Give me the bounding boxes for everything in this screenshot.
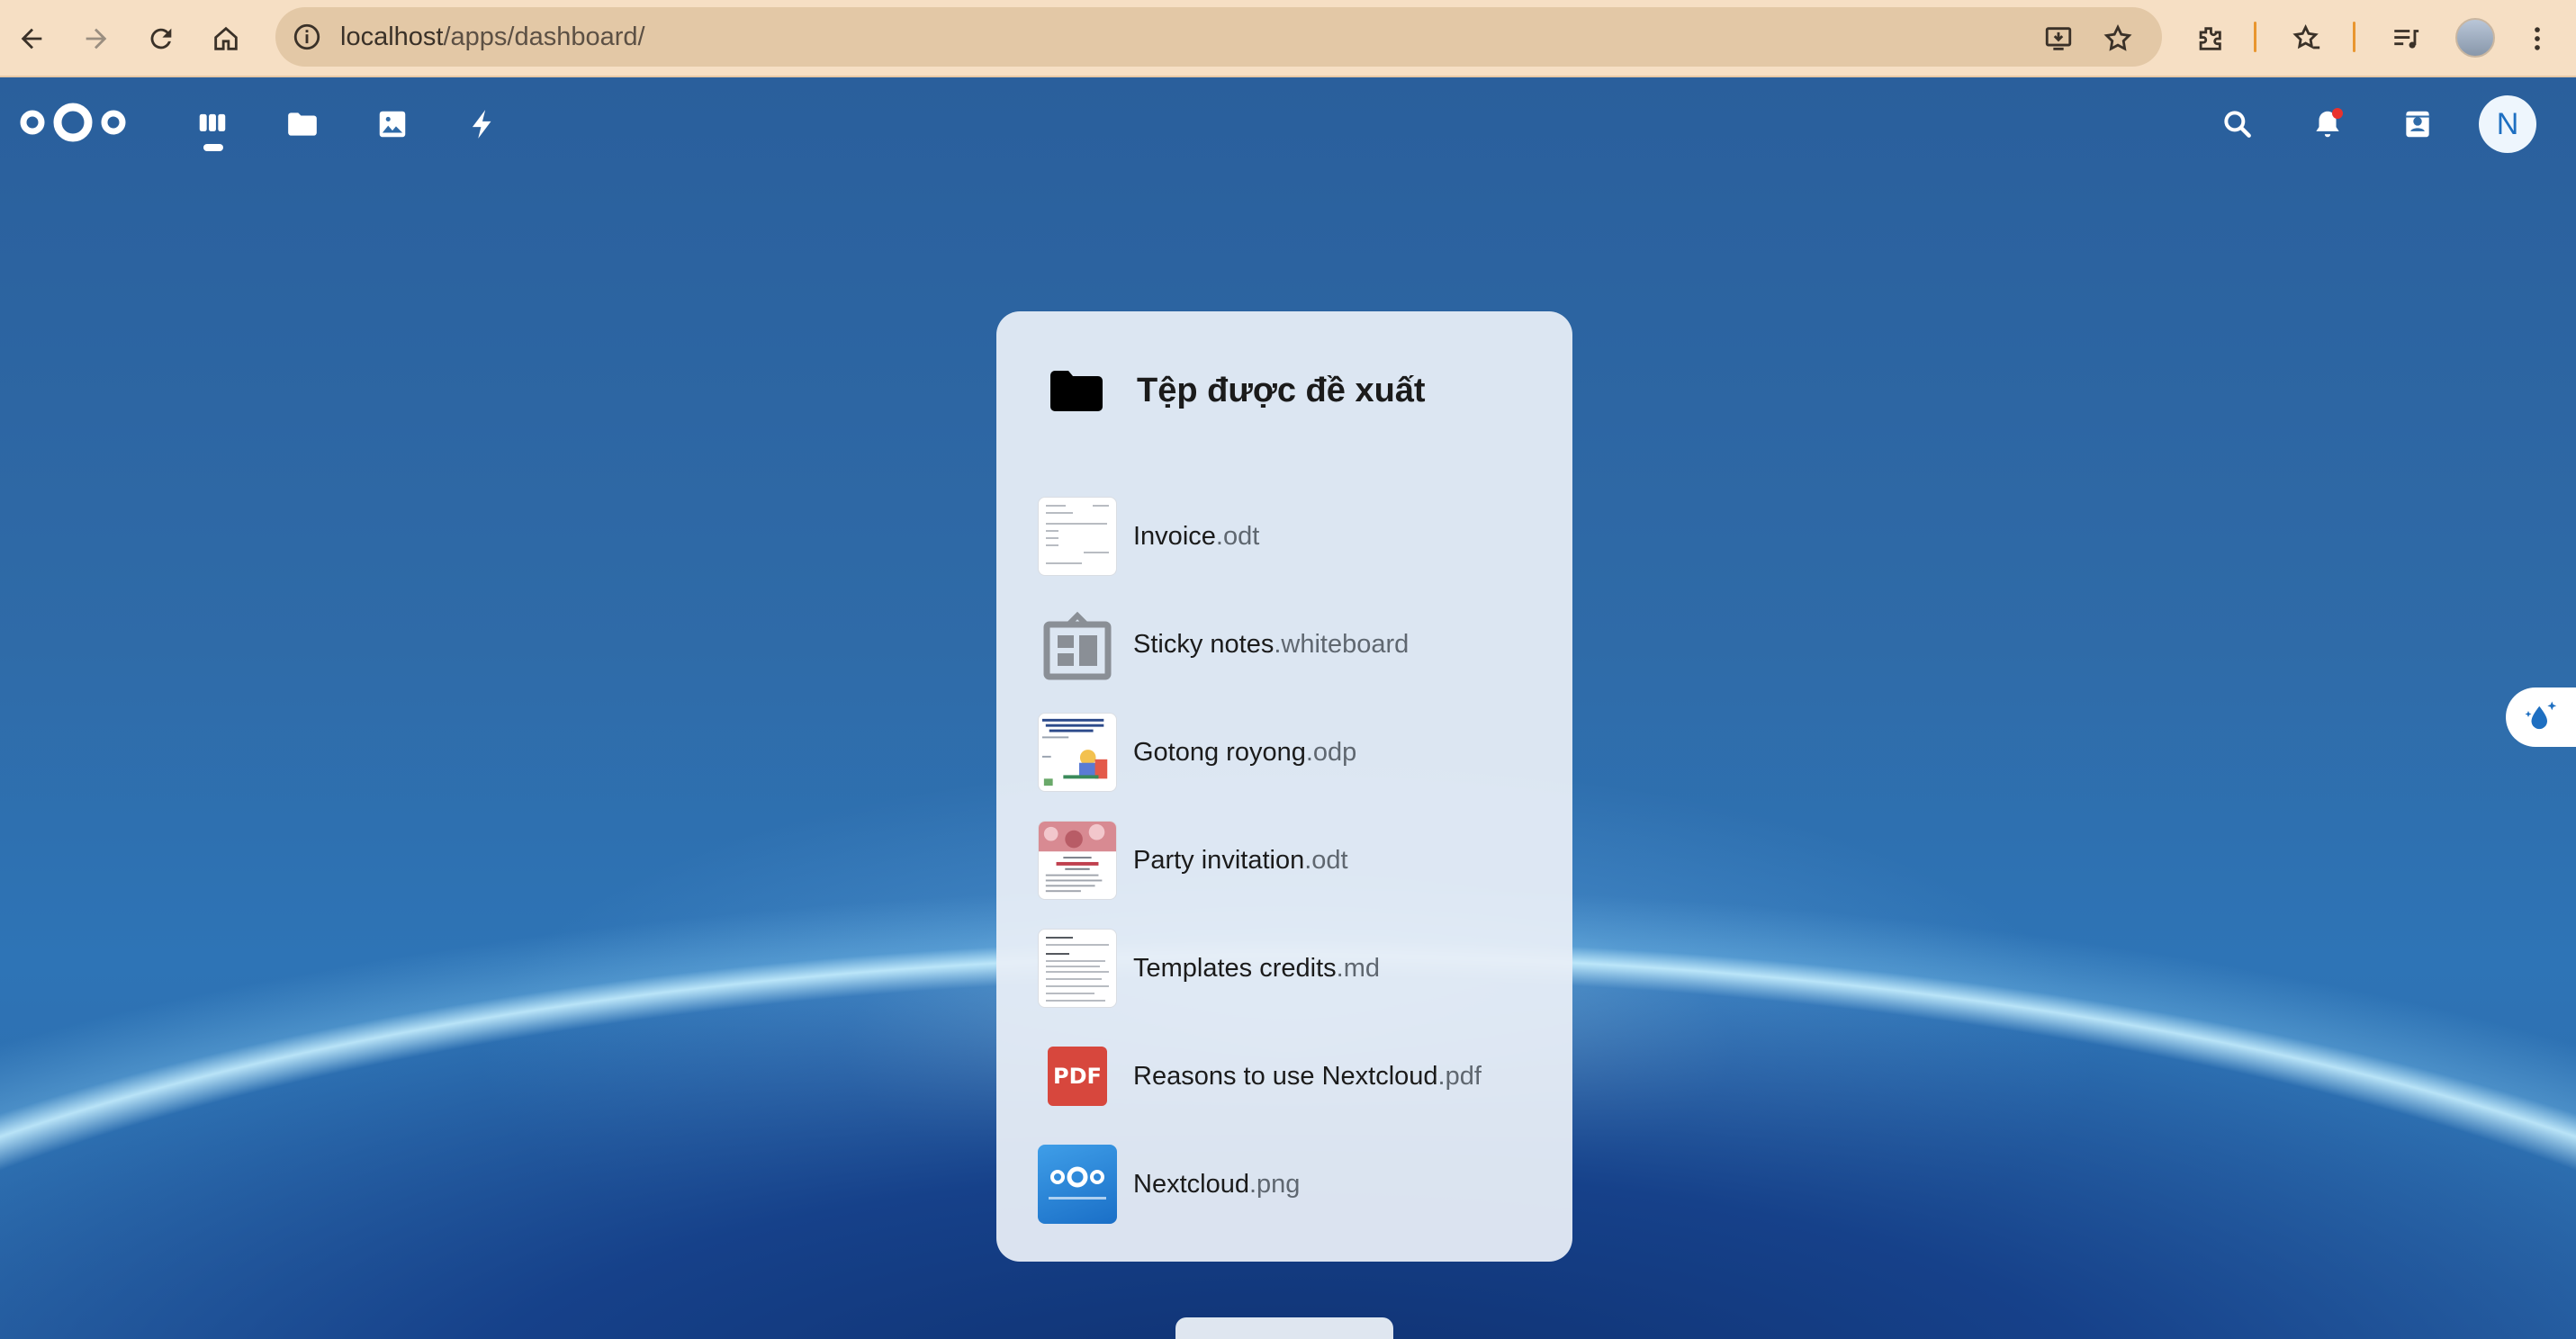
toolbar-separator <box>2254 22 2256 52</box>
url-text[interactable]: localhost/apps/dashboard/ <box>340 7 645 67</box>
back-icon[interactable] <box>9 16 54 61</box>
file-name[interactable]: Party invitation.odt <box>1133 846 1348 876</box>
customize-button[interactable] <box>1175 1317 1393 1339</box>
file-name[interactable]: Templates credits.md <box>1133 954 1380 984</box>
list-item[interactable]: Party invitation.odt <box>1038 806 1542 914</box>
home-icon[interactable] <box>203 16 248 61</box>
file-name[interactable]: Sticky notes.whiteboard <box>1133 630 1409 660</box>
toolbar-separator <box>2353 22 2355 52</box>
address-bar[interactable]: localhost/apps/dashboard/ <box>275 7 2162 67</box>
widget-header: Tệp được đề xuất <box>1050 365 1426 416</box>
nextcloud-header <box>0 77 2576 169</box>
bookmark-star-icon[interactable] <box>2095 16 2140 61</box>
browser-toolbar: localhost/apps/dashboard/ <box>0 0 2576 77</box>
file-name[interactable]: Invoice.odt <box>1133 522 1259 552</box>
lightning-icon[interactable] <box>457 99 508 149</box>
image-icon[interactable] <box>367 99 418 149</box>
list-item[interactable]: Sticky notes.whiteboard <box>1038 590 1542 698</box>
nextcloud-logo-icon[interactable] <box>16 95 130 149</box>
install-app-icon[interactable] <box>2036 16 2081 61</box>
list-item[interactable]: Gotong royong.odp <box>1038 698 1542 806</box>
file-name[interactable]: Nextcloud.png <box>1133 1170 1300 1200</box>
file-name[interactable]: Gotong royong.odp <box>1133 738 1356 768</box>
assistant-button[interactable] <box>2506 687 2576 747</box>
invitation-thumbnail <box>1038 821 1117 900</box>
media-control-icon[interactable] <box>2383 16 2428 61</box>
presentation-thumbnail <box>1038 713 1117 792</box>
notification-badge <box>2332 108 2343 119</box>
list-item[interactable]: Templates credits.md <box>1038 914 1542 1022</box>
contacts-icon[interactable] <box>2392 99 2443 149</box>
active-app-indicator <box>203 144 223 151</box>
widget-title: Tệp được đề xuất <box>1137 371 1426 409</box>
dashboard-icon[interactable] <box>187 99 238 149</box>
document-thumbnail <box>1038 929 1117 1008</box>
profile-avatar[interactable] <box>2455 18 2495 58</box>
forward-icon[interactable] <box>74 16 119 61</box>
site-info-icon[interactable] <box>292 22 322 52</box>
list-item[interactable]: Nextcloud.png <box>1038 1130 1542 1238</box>
extensions-icon[interactable] <box>2187 16 2232 61</box>
bell-icon[interactable] <box>2302 99 2353 149</box>
nextcloud-image-thumbnail <box>1038 1145 1117 1224</box>
bookmarks-icon[interactable] <box>2284 16 2329 61</box>
recommended-files-widget: Tệp được đề xuất Invoice.odt Sticky note… <box>996 311 1572 1262</box>
list-item[interactable]: PDF Reasons to use Nextcloud.pdf <box>1038 1022 1542 1130</box>
assistant-sparkle-icon <box>2525 701 2557 730</box>
list-item[interactable]: Invoice.odt <box>1038 482 1542 590</box>
folder-icon[interactable] <box>277 99 328 149</box>
reload-icon[interactable] <box>139 16 184 61</box>
pdf-icon: PDF <box>1038 1037 1117 1116</box>
folder-icon <box>1050 371 1103 411</box>
document-thumbnail <box>1038 497 1117 576</box>
menu-icon[interactable] <box>2515 16 2560 61</box>
user-avatar[interactable]: N <box>2479 95 2536 153</box>
file-name[interactable]: Reasons to use Nextcloud.pdf <box>1133 1062 1482 1092</box>
search-icon[interactable] <box>2212 99 2263 149</box>
file-list: Invoice.odt Sticky notes.whiteboard Goto… <box>1038 482 1542 1238</box>
whiteboard-icon <box>1038 605 1117 684</box>
